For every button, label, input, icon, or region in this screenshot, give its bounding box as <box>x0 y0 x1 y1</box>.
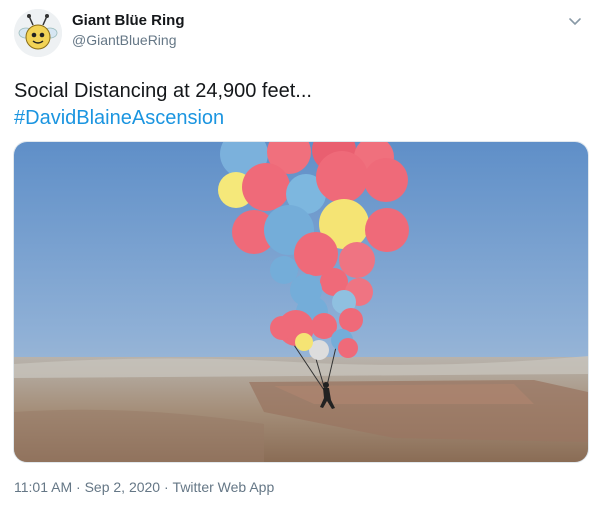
meta-separator: · <box>76 479 81 495</box>
balloon-photo-image <box>14 142 588 462</box>
display-name[interactable]: Giant Blüe Ring <box>72 12 185 29</box>
meta-separator: · <box>163 479 169 495</box>
bee-avatar-icon <box>14 9 62 57</box>
tweet-date[interactable]: Sep 2, 2020 <box>85 479 161 495</box>
tweet-text: Social Distancing at 24,900 feet... <box>14 80 312 102</box>
tweet-time[interactable]: 11:01 AM <box>14 479 72 495</box>
chevron-down-icon[interactable] <box>566 13 584 31</box>
tweet-source[interactable]: Twitter Web App <box>173 479 275 495</box>
hashtag-link[interactable]: #DavidBlaineAscension <box>14 104 224 132</box>
tweet-card: Giant Blüe Ring @GiantBlueRing Social Di… <box>0 0 600 507</box>
tweet-metadata: 11:01 AM · Sep 2, 2020 · Twitter Web App <box>14 479 274 495</box>
avatar[interactable] <box>14 9 62 57</box>
tweet-photo[interactable] <box>13 141 589 463</box>
account-handle[interactable]: @GiantBlueRing <box>72 32 177 48</box>
